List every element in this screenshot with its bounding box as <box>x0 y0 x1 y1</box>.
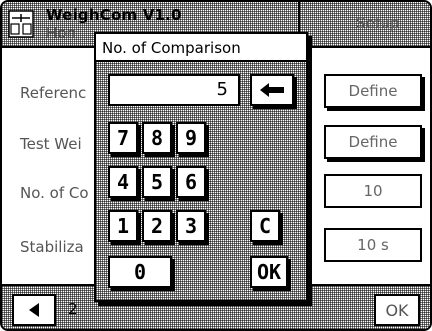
clear-key[interactable]: C <box>250 210 280 242</box>
stabilization-value-button[interactable]: 10 s <box>324 228 422 262</box>
row-label-reference: Referenc <box>20 84 87 102</box>
keypad-area: 5 7 8 9 4 5 6 1 2 3 C 0 OK <box>96 62 306 300</box>
comparisons-value-button[interactable]: 10 <box>324 174 422 208</box>
left-arrow-icon <box>29 303 39 317</box>
row-label-comparisons: No. of Co <box>20 184 89 202</box>
key-4[interactable]: 4 <box>108 166 138 198</box>
left-arrow-icon <box>260 83 284 97</box>
key-5[interactable]: 5 <box>142 166 172 198</box>
key-7[interactable]: 7 <box>108 122 138 154</box>
row-label-test-weight: Test Wei <box>20 135 82 153</box>
page-indicator: 2 <box>68 300 78 318</box>
balance-app-icon <box>8 10 34 38</box>
key-8[interactable]: 8 <box>142 122 172 154</box>
key-3[interactable]: 3 <box>176 210 206 242</box>
key-2[interactable]: 2 <box>142 210 172 242</box>
define-reference-button[interactable]: Define <box>324 74 422 108</box>
key-9[interactable]: 9 <box>176 122 206 154</box>
setup-label[interactable]: Setup <box>356 14 400 32</box>
back-button[interactable] <box>12 294 56 326</box>
app-subtitle: Hon <box>46 24 76 42</box>
define-test-weight-button[interactable]: Define <box>324 125 422 159</box>
value-display: 5 <box>108 74 240 106</box>
key-0[interactable]: 0 <box>108 256 172 288</box>
ok-key[interactable]: OK <box>250 256 288 288</box>
key-6[interactable]: 6 <box>176 166 206 198</box>
key-1[interactable]: 1 <box>108 210 138 242</box>
ok-button[interactable]: OK <box>374 294 420 326</box>
balance-screen: WeighCom V1.0 Hon Setup Referenc Define … <box>0 0 432 331</box>
dialog-title: No. of Comparison <box>96 34 306 62</box>
app-title: WeighCom V1.0 <box>46 6 182 24</box>
row-label-stabilization: Stabiliza <box>20 238 84 256</box>
backspace-key[interactable] <box>250 74 294 106</box>
number-entry-dialog: No. of Comparison 5 7 8 9 4 5 6 1 2 3 C … <box>94 32 308 302</box>
